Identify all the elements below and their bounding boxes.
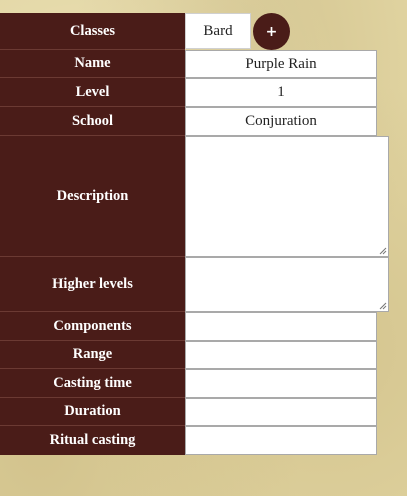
school-field[interactable]: Conjuration [185, 107, 377, 136]
duration-field[interactable] [185, 398, 377, 426]
level-field[interactable]: 1 [185, 78, 377, 107]
school-label: School [0, 107, 185, 136]
components-label: Components [0, 312, 185, 341]
classes-label: Classes [0, 13, 185, 50]
casting-time-field[interactable] [185, 369, 377, 398]
ritual-casting-field[interactable] [185, 426, 377, 455]
higher-levels-textarea[interactable] [185, 257, 389, 312]
resize-grip-icon[interactable] [379, 247, 387, 255]
duration-label: Duration [0, 398, 185, 426]
ritual-casting-label: Ritual casting [0, 426, 185, 455]
range-field[interactable] [185, 341, 377, 369]
range-label: Range [0, 341, 185, 369]
level-label: Level [0, 78, 185, 107]
casting-time-label: Casting time [0, 369, 185, 398]
components-field[interactable] [185, 312, 377, 341]
add-class-button[interactable]: + [253, 13, 290, 50]
class-tag-bard[interactable]: Bard [185, 13, 251, 49]
name-label: Name [0, 50, 185, 78]
description-label: Description [0, 136, 185, 257]
higher-levels-label: Higher levels [0, 257, 185, 312]
resize-grip-icon[interactable] [379, 302, 387, 310]
description-textarea[interactable] [185, 136, 389, 257]
name-field[interactable]: Purple Rain [185, 50, 377, 78]
